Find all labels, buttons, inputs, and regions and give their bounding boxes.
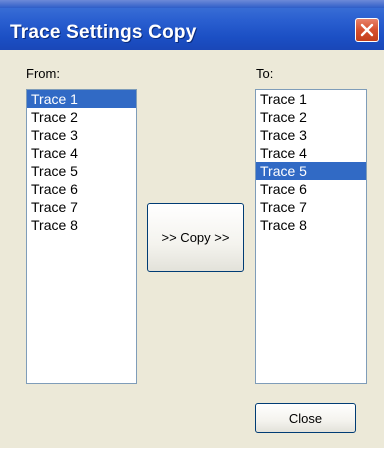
to-list-item[interactable]: Trace 4 xyxy=(256,144,366,162)
copy-button[interactable]: >> Copy >> xyxy=(147,203,244,272)
from-list-item[interactable]: Trace 5 xyxy=(27,162,136,180)
to-list-item[interactable]: Trace 3 xyxy=(256,126,366,144)
close-icon[interactable] xyxy=(355,18,379,42)
to-list-item[interactable]: Trace 8 xyxy=(256,216,366,234)
to-list-item[interactable]: Trace 5 xyxy=(256,162,366,180)
from-list-item[interactable]: Trace 1 xyxy=(27,90,136,108)
from-list-item[interactable]: Trace 4 xyxy=(27,144,136,162)
from-list-item[interactable]: Trace 7 xyxy=(27,198,136,216)
to-list-item[interactable]: Trace 7 xyxy=(256,198,366,216)
title-bar[interactable]: Trace Settings Copy xyxy=(0,0,384,50)
to-list-item[interactable]: Trace 2 xyxy=(256,108,366,126)
window-title: Trace Settings Copy xyxy=(10,22,197,43)
close-button[interactable]: Close xyxy=(255,403,356,433)
to-list-item[interactable]: Trace 1 xyxy=(256,90,366,108)
from-list-item[interactable]: Trace 2 xyxy=(27,108,136,126)
title-bar-top-edge xyxy=(0,0,384,8)
to-list-item[interactable]: Trace 6 xyxy=(256,180,366,198)
to-list[interactable]: Trace 1 Trace 2 Trace 3 Trace 4 Trace 5 … xyxy=(255,89,367,384)
from-list-item[interactable]: Trace 6 xyxy=(27,180,136,198)
from-list-item[interactable]: Trace 3 xyxy=(27,126,136,144)
trace-settings-copy-dialog: Trace Settings Copy From: Trace 1 Trace … xyxy=(0,0,384,451)
from-list[interactable]: Trace 1 Trace 2 Trace 3 Trace 4 Trace 5 … xyxy=(26,89,137,384)
from-list-item[interactable]: Trace 8 xyxy=(27,216,136,234)
from-label: From: xyxy=(26,66,60,81)
to-label: To: xyxy=(256,66,274,81)
